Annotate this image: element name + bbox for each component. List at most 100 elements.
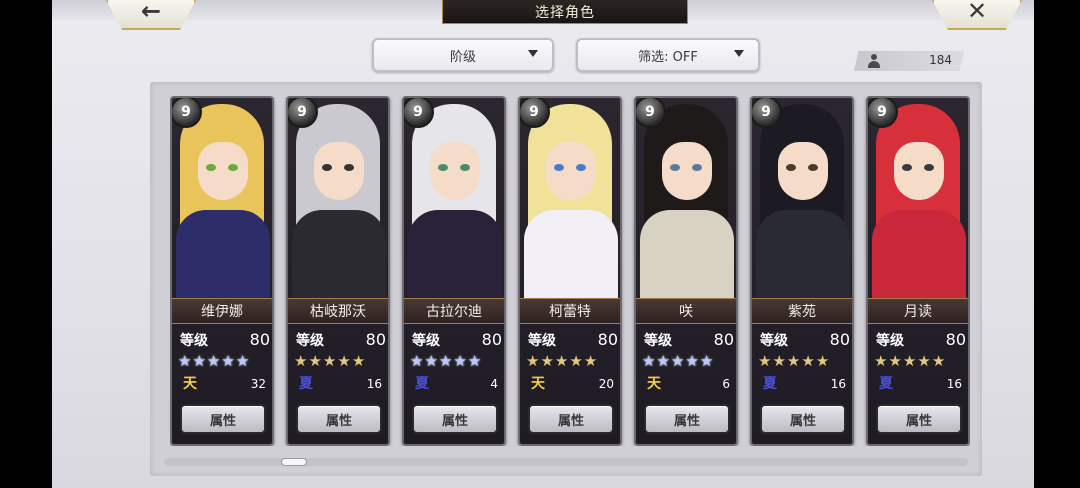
character-card[interactable]: 9 枯岐那沃 等级 80 ★ ★ ★ ★ ★ 夏 16 属性: [286, 96, 390, 446]
level-label: 等级: [412, 333, 440, 349]
attribute-button[interactable]: 属性: [644, 404, 730, 434]
element-row: 天 20: [526, 374, 618, 394]
element-icon: 夏: [763, 376, 777, 392]
filter-dropdown[interactable]: 筛选: OFF: [576, 38, 760, 72]
character-card[interactable]: 9 咲 等级 80 ★ ★ ★ ★ ★ 天 6 属性: [634, 96, 738, 446]
portrait-clothing: [872, 210, 966, 298]
rank-sort-label: 阶级: [449, 49, 476, 65]
level-label: 等级: [528, 333, 556, 349]
rank-badge-number: 9: [413, 104, 423, 120]
scrollbar-thumb[interactable]: [281, 458, 307, 466]
level-label: 等级: [876, 333, 904, 349]
title-banner: 选择角色: [442, 0, 688, 24]
portrait-face: [430, 142, 480, 200]
portrait-eye: [228, 164, 238, 171]
level-row: 等级 80: [760, 330, 850, 350]
duplicate-count: 4: [490, 377, 498, 391]
character-name: 月读: [904, 304, 932, 320]
star-icon: ★: [438, 352, 453, 370]
star-icon: ★: [178, 352, 192, 370]
star-rating: ★ ★ ★ ★ ★: [178, 352, 272, 370]
portrait-eye: [554, 164, 564, 171]
character-name: 古拉尔迪: [426, 304, 482, 320]
character-name: 紫苑: [788, 304, 816, 320]
character-name-bar: 月读: [868, 298, 968, 324]
element-icon: 天: [531, 376, 545, 392]
portrait-eye: [902, 164, 912, 171]
attribute-button[interactable]: 属性: [760, 404, 846, 434]
character-card[interactable]: 9 柯蕾特 等级 80 ★ ★ ★ ★ ★ 天 20 属性: [518, 96, 622, 446]
character-name-bar: 紫苑: [752, 298, 852, 324]
character-card-list[interactable]: 9 维伊娜 等级 80 ★ ★ ★ ★ ★ 天 32 属性 9 枯岐那沃 等级 …: [170, 96, 970, 446]
attribute-button[interactable]: 属性: [180, 404, 266, 434]
filter-label: 筛选: OFF: [638, 49, 698, 65]
level-row: 等级 80: [876, 330, 966, 350]
star-icon: ★: [294, 352, 308, 370]
rank-badge-icon: 9: [868, 98, 898, 128]
attribute-button-label: 属性: [557, 413, 584, 429]
character-portrait[interactable]: [752, 98, 852, 298]
level-value: 80: [597, 330, 618, 349]
rank-badge-number: 9: [181, 104, 191, 120]
duplicate-count: 16: [366, 377, 382, 391]
close-button[interactable]: ✕: [932, 0, 1022, 30]
character-name-bar: 古拉尔迪: [404, 298, 504, 324]
character-name-bar: 咲: [636, 298, 736, 324]
attribute-button[interactable]: 属性: [876, 404, 962, 434]
character-card[interactable]: 9 月读 等级 80 ★ ★ ★ ★ ★ 夏 16 属性: [866, 96, 970, 446]
duplicate-count: 16: [830, 377, 846, 391]
level-value: 80: [829, 330, 850, 349]
character-name: 枯岐那沃: [310, 304, 366, 320]
attribute-button[interactable]: 属性: [296, 404, 382, 434]
attribute-button[interactable]: 属性: [412, 404, 498, 434]
character-portrait[interactable]: [404, 98, 504, 298]
level-row: 等级 80: [528, 330, 618, 350]
horizontal-scrollbar[interactable]: [164, 458, 968, 466]
portrait-clothing: [408, 210, 502, 298]
rank-badge-icon: 9: [288, 98, 318, 128]
character-portrait[interactable]: [520, 98, 620, 298]
star-rating: ★ ★ ★ ★ ★: [410, 352, 504, 370]
portrait-eye: [206, 164, 216, 171]
back-button[interactable]: ←: [106, 0, 196, 30]
rank-sort-dropdown[interactable]: 阶级: [372, 38, 554, 72]
character-name-bar: 枯岐那沃: [288, 298, 388, 324]
character-name: 柯蕾特: [549, 304, 591, 320]
chevron-down-icon: [734, 50, 744, 57]
roster-panel: 9 维伊娜 等级 80 ★ ★ ★ ★ ★ 天 32 属性 9 枯岐那沃 等级 …: [150, 82, 982, 476]
portrait-face: [894, 142, 944, 200]
portrait-eye: [808, 164, 818, 171]
character-card[interactable]: 9 紫苑 等级 80 ★ ★ ★ ★ ★ 夏 16 属性: [750, 96, 854, 446]
star-icon: ★: [235, 352, 250, 370]
rank-badge-number: 9: [877, 104, 887, 120]
rank-badge-icon: 9: [636, 98, 666, 128]
level-label: 等级: [760, 333, 788, 349]
star-icon: ★: [772, 352, 786, 370]
character-portrait[interactable]: [636, 98, 736, 298]
star-icon: ★: [410, 352, 424, 370]
character-card[interactable]: 9 维伊娜 等级 80 ★ ★ ★ ★ ★ 天 32 属性: [170, 96, 274, 446]
element-icon: 天: [647, 376, 661, 392]
character-card[interactable]: 9 古拉尔迪 等级 80 ★ ★ ★ ★ ★ 夏 4 属性: [402, 96, 506, 446]
portrait-face: [662, 142, 712, 200]
star-icon: ★: [526, 352, 540, 370]
character-portrait[interactable]: [172, 98, 272, 298]
attribute-button[interactable]: 属性: [528, 404, 614, 434]
portrait-eye: [460, 164, 470, 171]
character-name: 维伊娜: [201, 304, 243, 320]
rank-badge-number: 9: [529, 104, 539, 120]
level-row: 等级 80: [644, 330, 734, 350]
character-portrait[interactable]: [868, 98, 968, 298]
portrait-clothing: [292, 210, 386, 298]
rank-badge-number: 9: [645, 104, 655, 120]
rank-badge-icon: 9: [404, 98, 434, 128]
portrait-face: [778, 142, 828, 200]
portrait-eye: [344, 164, 354, 171]
attribute-button-label: 属性: [209, 413, 236, 429]
duplicate-count: 6: [722, 377, 730, 391]
portrait-clothing: [756, 210, 850, 298]
star-icon: ★: [888, 352, 902, 370]
star-icon: ★: [453, 352, 467, 370]
star-icon: ★: [874, 352, 888, 370]
character-portrait[interactable]: [288, 98, 388, 298]
